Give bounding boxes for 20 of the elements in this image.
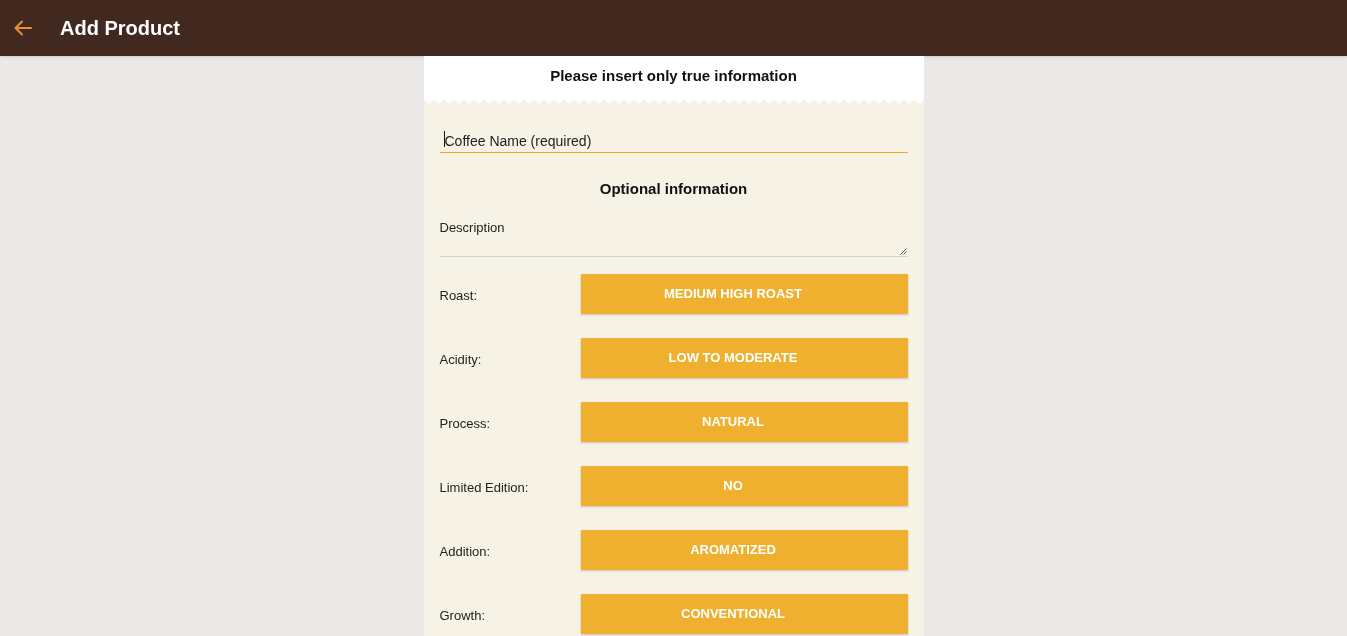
option-label: Process: xyxy=(439,416,491,431)
option-label: Limited Edition: xyxy=(439,480,529,495)
option-value-button[interactable]: AROMATIZED xyxy=(580,530,908,570)
option-value-button[interactable]: MEDIUM HIGH ROAST xyxy=(580,274,908,314)
text-cursor xyxy=(443,131,445,147)
option-value-button[interactable]: NATURAL xyxy=(580,402,908,442)
resize-handle-icon[interactable] xyxy=(899,248,907,255)
notice-text: Please insert only true information xyxy=(550,67,797,85)
page-title: Add Product xyxy=(60,16,180,41)
option-label: Roast: xyxy=(439,288,478,303)
section-heading: Optional information xyxy=(599,180,748,198)
coffee-name-field[interactable]: Coffee Name (required) xyxy=(439,131,908,153)
back-arrow-icon xyxy=(14,20,32,36)
description-field[interactable]: Description xyxy=(439,216,908,257)
option-label: Growth: xyxy=(439,608,485,623)
option-label: Addition: xyxy=(439,544,491,559)
option-value-button[interactable]: CONVENTIONAL xyxy=(580,594,908,634)
option-value-button[interactable]: LOW TO MODERATE xyxy=(580,338,908,378)
option-label: Acidity: xyxy=(439,352,482,367)
option-value-button[interactable]: NO xyxy=(580,466,908,506)
